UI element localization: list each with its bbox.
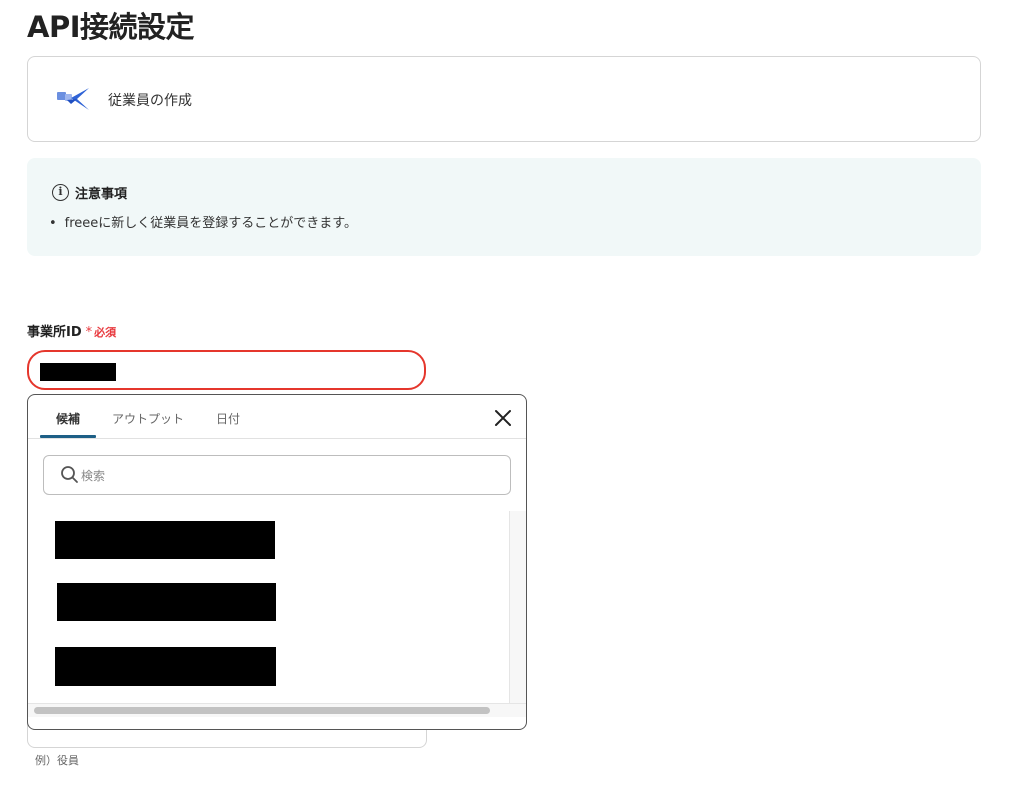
search-icon — [61, 466, 78, 483]
notice-title: 注意事項 — [75, 187, 128, 202]
search-input[interactable] — [81, 467, 481, 485]
notice-item: freeeに新しく従業員を登録することができます。 — [49, 212, 357, 231]
page-title: API接続設定 — [27, 10, 195, 44]
search-box[interactable] — [43, 455, 511, 495]
candidate-popover: 候補 アウトプット 日付 — [27, 394, 527, 730]
vertical-scrollbar[interactable] — [509, 511, 526, 703]
action-card[interactable]: 従業員の作成 — [27, 56, 981, 142]
list-item[interactable] — [55, 647, 276, 686]
candidate-list — [28, 511, 508, 707]
office-id-label: 事業所ID * 必須 — [27, 321, 116, 340]
action-label: 従業員の作成 — [108, 93, 192, 109]
required-asterisk: * — [85, 325, 93, 340]
notice-box: i 注意事項 freeeに新しく従業員を登録することができます。 — [27, 158, 981, 256]
freee-bird-icon — [57, 88, 89, 110]
horizontal-scrollbar[interactable] — [28, 703, 526, 717]
required-badge: 必須 — [94, 326, 117, 339]
list-item[interactable] — [57, 583, 276, 621]
example-hint: 例）役員 — [35, 754, 79, 767]
office-id-label-text: 事業所ID — [27, 325, 82, 340]
redacted-value — [40, 363, 116, 381]
horizontal-scrollbar-thumb[interactable] — [34, 707, 490, 714]
office-id-input[interactable] — [27, 350, 426, 390]
redacted-candidate — [57, 583, 276, 621]
active-tab-indicator — [40, 435, 96, 438]
tab-output[interactable]: アウトプット — [112, 410, 184, 427]
redacted-candidate — [55, 521, 275, 559]
close-icon[interactable] — [492, 407, 514, 429]
redacted-candidate — [55, 647, 276, 686]
list-item[interactable] — [55, 521, 275, 559]
tab-date[interactable]: 日付 — [216, 410, 240, 427]
info-icon: i — [52, 184, 69, 201]
popover-tabs: 候補 アウトプット 日付 — [28, 395, 526, 439]
tab-candidates[interactable]: 候補 — [56, 410, 80, 427]
